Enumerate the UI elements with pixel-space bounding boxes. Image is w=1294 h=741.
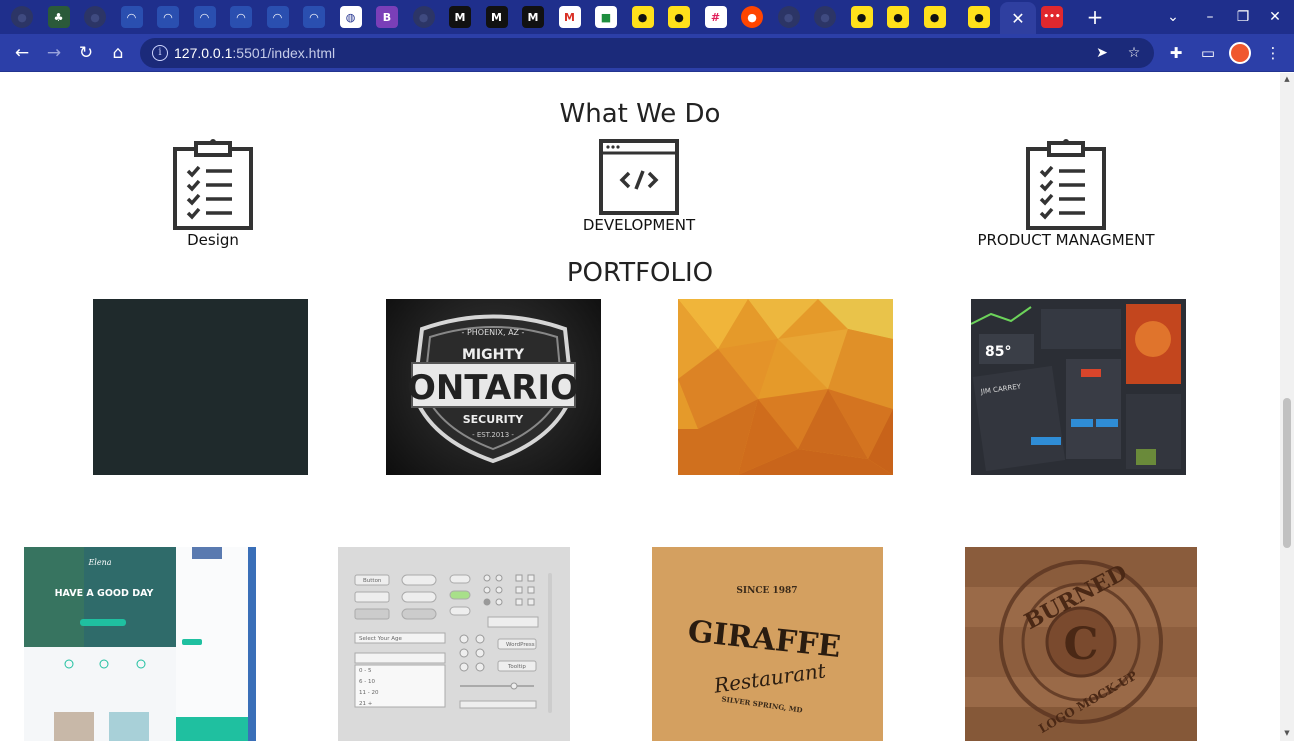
portfolio-item-ontario[interactable]: - PHOENIX, AZ - MIGHTY ONTARIO SECURITY … [386,299,601,475]
close-window-icon[interactable]: ✕ [1264,6,1286,28]
website-mockup-image: Elena HAVE A GOOD DAY [24,547,256,741]
ui-option-2: 6 - 10 [359,679,375,685]
ui-tooltip-text: Tooltip [507,664,526,670]
forward-arrow-icon[interactable]: → [42,41,66,65]
page-viewport: What We Do Design DEVELOPMENT PRODUCT MA… [0,73,1280,741]
shield-mighty-text: MIGHTY [462,347,525,363]
browser-tab-mailchimp-icon[interactable]: ● [923,6,946,28]
restore-icon[interactable]: ❐ [1232,6,1254,28]
browser-tab-tree-icon[interactable]: ♣ [47,6,70,28]
scrollbar-thumb[interactable] [1283,398,1291,548]
scroll-down-arrow-icon[interactable]: ▼ [1283,729,1291,737]
browser-tab-mailchimp-icon[interactable]: ● [850,6,873,28]
browser-tab-wave-icon[interactable]: ◠ [120,6,143,28]
home-icon[interactable]: ⌂ [106,41,130,65]
dark-ui-kit-image: 85° JIM CARREY [971,299,1186,475]
code-window-icon [599,139,679,215]
reload-icon[interactable]: ↻ [74,41,98,65]
browser-tab-globe-icon[interactable]: ◍ [339,6,362,28]
browser-tab-github-icon[interactable]: ● [11,6,33,28]
portfolio-item-1[interactable] [93,299,308,475]
browser-tab-meet-icon[interactable]: ■ [595,6,617,28]
browser-tab-mailchimp-icon[interactable]: ● [668,6,690,28]
browser-tab-github-icon[interactable]: ● [814,6,836,28]
ui-option-1: 0 - 5 [359,668,372,674]
service-product-management: PRODUCT MANAGMENT [966,139,1166,249]
ui-option-4: 21 + [359,701,373,707]
site-info-icon[interactable]: i [152,45,168,61]
portfolio-heading: PORTFOLIO [566,258,714,288]
active-tab-close-icon[interactable]: ✕ [1000,2,1036,34]
service-label: DEVELOPMENT [582,216,696,234]
browser-tab-github-icon[interactable]: ● [412,6,435,28]
scroll-up-arrow-icon[interactable]: ▲ [1283,75,1291,83]
light-ui-kit-image: Button Select Your Age 0 - 5 6 - 10 11 -… [338,547,570,741]
clipboard-checklist-icon [173,139,253,230]
portfolio-item-giraffe[interactable]: SINCE 1987 GIRAFFE Restaurant SILVER SPR… [652,547,883,741]
address-bar[interactable]: i 127.0.0.1:5501/index.html ➤ ☆ [140,38,1154,68]
new-tab-plus-icon[interactable]: + [1084,6,1106,28]
clipboard-checklist-icon [1026,139,1106,230]
browser-tab-wave-icon[interactable]: ◠ [266,6,289,28]
profile-avatar[interactable] [1229,42,1251,64]
browser-tab-mailchimp-icon[interactable]: ● [631,6,654,28]
browser-tab-mailchimp-icon[interactable]: ● [968,6,990,28]
what-we-do-heading: What We Do [559,99,721,129]
service-development: DEVELOPMENT [559,139,719,234]
minimize-icon[interactable]: – [1199,6,1221,28]
portfolio-item-polygon[interactable] [678,299,893,475]
bookmark-star-icon[interactable]: ☆ [1124,43,1144,63]
cast-icon[interactable]: ▭ [1196,41,1220,65]
weather-temp-text: 85° [985,344,1011,360]
browser-tab-github-icon[interactable]: ● [84,6,106,28]
portfolio-item-dashboard[interactable]: 85° JIM CARREY [971,299,1186,475]
web-headline-text: HAVE A GOOD DAY [55,588,154,599]
browser-tab-wave-icon[interactable]: ◠ [193,6,216,28]
back-arrow-icon[interactable]: ← [10,41,34,65]
browser-tab-medium-icon[interactable]: M [485,6,508,28]
shield-main-text: ONTARIO [407,368,579,408]
portfolio-item-website[interactable]: Elena HAVE A GOOD DAY [24,547,256,741]
burned-logo-image: BURNED C LOGO MOCK-UP [965,547,1197,741]
extensions-puzzle-icon[interactable]: ✚ [1164,41,1188,65]
browser-tab-medium-icon[interactable]: M [522,6,544,28]
web-brand-text: Elena [87,558,111,567]
shield-security-text: SECURITY [463,413,525,426]
url-text: 127.0.0.1:5501/index.html [174,45,336,61]
browser-tab-bootstrap-icon[interactable]: B [376,6,398,28]
ui-option-3: 11 - 20 [359,690,379,696]
page-scrollbar[interactable]: ▲ ▼ [1280,73,1294,741]
browser-tab-mailchimp-icon[interactable]: ● [887,6,909,28]
service-design: Design [150,139,276,249]
giraffe-logo-image: SINCE 1987 GIRAFFE Restaurant SILVER SPR… [652,547,883,741]
browser-tab-reddit-icon[interactable]: ● [741,6,763,28]
browser-tab-strip: ● ♣ ● ◠ ◠ ◠ ◠ ◠ ◠ ◍ B ● M M M M ■ ● ● # ● ● ● ● ● ● ● ✕ ••• + ⌄ – ❐ ✕ [0,0,1294,34]
menu-kebab-icon[interactable]: ⋮ [1261,41,1285,65]
browser-tab-medium-icon[interactable]: M [449,6,471,28]
browser-tab-wave-icon[interactable]: ◠ [303,6,325,28]
shield-logo-image: - PHOENIX, AZ - MIGHTY ONTARIO SECURITY … [407,314,579,464]
ui-select-text: Select Your Age [359,636,402,642]
ui-wordpress-text: WordPress [506,642,535,648]
giraffe-since-text: SINCE 1987 [736,586,797,596]
browser-tab-wave-icon[interactable]: ◠ [230,6,252,28]
service-label: Design [187,231,239,249]
shield-top-text: - PHOENIX, AZ - [462,328,525,337]
browser-tab-gmail-icon[interactable]: M [558,6,581,28]
browser-toolbar: ← → ↻ ⌂ i 127.0.0.1:5501/index.html ➤ ☆ … [0,34,1294,72]
portfolio-item-ui-kit[interactable]: Button Select Your Age 0 - 5 6 - 10 11 -… [338,547,570,741]
send-icon[interactable]: ➤ [1092,43,1112,63]
burned-letter-text: C [1063,619,1098,670]
browser-tab-dots-icon[interactable]: ••• [1041,6,1063,28]
browser-tab-wave-icon[interactable]: ◠ [157,6,179,28]
shield-est-text: - EST.2013 - [472,431,514,439]
browser-tab-github-icon[interactable]: ● [777,6,800,28]
tab-search-chevron-icon[interactable]: ⌄ [1162,6,1184,28]
service-label: PRODUCT MANAGMENT [977,231,1155,249]
browser-tab-slack-icon[interactable]: # [704,6,727,28]
polygon-pattern-image [678,299,893,475]
ui-button-text: Button [363,578,382,584]
portfolio-item-burned[interactable]: BURNED C LOGO MOCK-UP [965,547,1197,741]
